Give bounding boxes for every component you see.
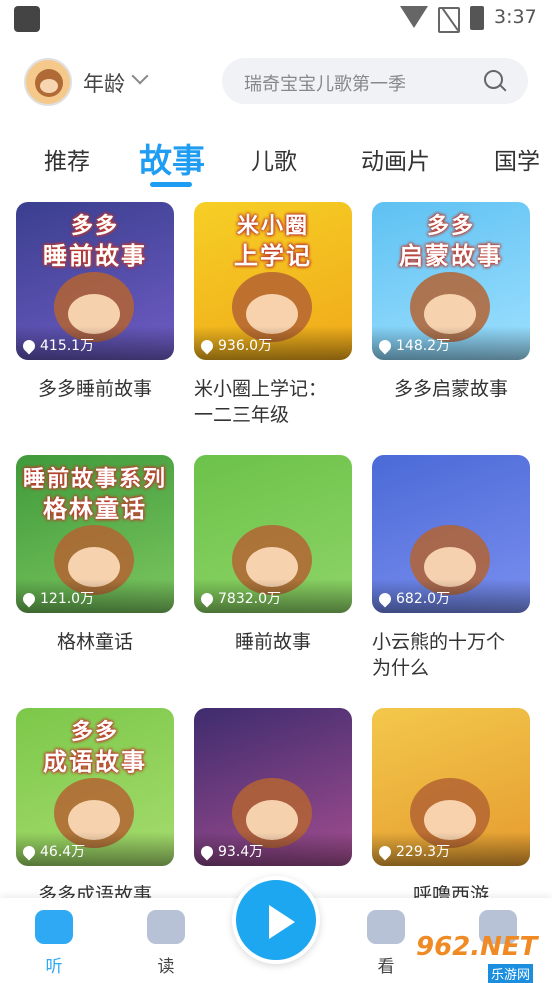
card-title[interactable]: 多多睡前故事 xyxy=(16,376,174,402)
avatar[interactable] xyxy=(24,58,72,106)
card-title[interactable]: 格林童话 xyxy=(16,629,174,655)
card-title[interactable]: 多多启蒙故事 xyxy=(372,376,530,402)
content-card[interactable]: 229.3万 呼噜西游 xyxy=(372,708,530,908)
card-cover-image[interactable]: 7832.0万 xyxy=(194,455,352,613)
cover-title-line: 启蒙故事 xyxy=(399,242,503,270)
play-count: 121.0万 xyxy=(40,591,95,607)
content-card[interactable]: 多多 成语故事 46.4万 多多成语故事 xyxy=(16,708,174,908)
watermark-logo: 962.NET xyxy=(416,932,538,962)
nav-read[interactable]: 读 xyxy=(136,910,196,977)
no-sim-icon xyxy=(438,7,460,33)
search-input[interactable]: 瑞奇宝宝儿歌第一季 xyxy=(244,70,406,96)
play-icon xyxy=(269,905,295,939)
play-count: 46.4万 xyxy=(40,844,86,860)
status-time: 3:37 xyxy=(494,6,537,28)
content-card[interactable]: 682.0万小云熊的十万个 为什么 xyxy=(372,455,530,681)
card-cover-image[interactable]: 多多 启蒙故事 148.2万 xyxy=(372,202,530,360)
nav-read-label: 读 xyxy=(157,957,175,977)
category-tabs: 推荐 故事 儿歌 动画片 国学 xyxy=(0,130,552,190)
play-count: 936.0万 xyxy=(218,338,273,354)
content-card[interactable]: 多多 启蒙故事 148.2万 多多启蒙故事 xyxy=(372,202,530,402)
play-count: 229.3万 xyxy=(396,844,451,860)
watermark-sub: 乐游网 xyxy=(488,964,534,983)
card-title[interactable]: 小云熊的十万个 为什么 xyxy=(372,629,530,681)
card-cover-image[interactable]: 米小圈 上学记 936.0万 xyxy=(194,202,352,360)
card-title[interactable]: 米小圈上学记： 一二三年级 xyxy=(194,376,352,428)
nav-watch-label: 看 xyxy=(377,957,395,977)
battery-icon xyxy=(470,6,484,30)
cover-title-line: 成语故事 xyxy=(43,748,147,776)
active-tab-indicator xyxy=(150,182,192,187)
tv-icon xyxy=(367,910,405,944)
search-bar[interactable]: 瑞奇宝宝儿歌第一季 xyxy=(222,58,528,104)
cover-title-line: 格林童话 xyxy=(43,495,147,523)
card-cover-image[interactable]: 682.0万 xyxy=(372,455,530,613)
wifi-icon xyxy=(400,6,428,28)
nav-listen-label: 听 xyxy=(45,957,63,977)
tab-cartoon[interactable]: 动画片 xyxy=(361,142,430,176)
age-selector-label[interactable]: 年龄 xyxy=(83,68,125,98)
notification-icon xyxy=(14,6,40,32)
play-count: 148.2万 xyxy=(396,338,451,354)
tab-guoxue[interactable]: 国学 xyxy=(494,142,540,176)
nav-listen[interactable]: 听 xyxy=(24,910,84,977)
play-count: 415.1万 xyxy=(40,338,95,354)
status-bar: 3:37 xyxy=(0,0,552,40)
card-cover-image[interactable]: 多多 睡前故事 415.1万 xyxy=(16,202,174,360)
chevron-down-icon[interactable] xyxy=(131,67,149,85)
content-card[interactable]: 7832.0万睡前故事 xyxy=(194,455,352,655)
tab-story[interactable]: 故事 xyxy=(139,134,205,182)
play-count: 682.0万 xyxy=(396,591,451,607)
play-button[interactable] xyxy=(232,876,320,964)
play-count: 7832.0万 xyxy=(218,591,281,607)
card-cover-image[interactable]: 多多 成语故事 46.4万 xyxy=(16,708,174,866)
content-card[interactable]: 睡前故事系列 格林童话 121.0万 格林童话 xyxy=(16,455,174,655)
cover-title-line: 睡前故事 xyxy=(43,242,147,270)
cover-title-line: 上学记 xyxy=(234,242,312,270)
content-card[interactable]: 米小圈 上学记 936.0万 米小圈上学记： 一二三年级 xyxy=(194,202,352,428)
tab-recommend[interactable]: 推荐 xyxy=(44,142,90,176)
tab-songs[interactable]: 儿歌 xyxy=(251,142,297,176)
content-card[interactable]: 多多 睡前故事 415.1万 多多睡前故事 xyxy=(16,202,174,402)
card-cover-image[interactable]: 睡前故事系列 格林童话 121.0万 xyxy=(16,455,174,613)
book-icon xyxy=(147,910,185,944)
card-cover-image[interactable]: 229.3万 xyxy=(372,708,530,866)
play-count: 93.4万 xyxy=(218,844,264,860)
card-cover-image[interactable]: 93.4万 xyxy=(194,708,352,866)
radio-icon xyxy=(35,910,73,944)
search-icon[interactable] xyxy=(484,70,503,89)
card-title[interactable]: 睡前故事 xyxy=(194,629,352,655)
nav-watch[interactable]: 看 xyxy=(356,910,416,977)
